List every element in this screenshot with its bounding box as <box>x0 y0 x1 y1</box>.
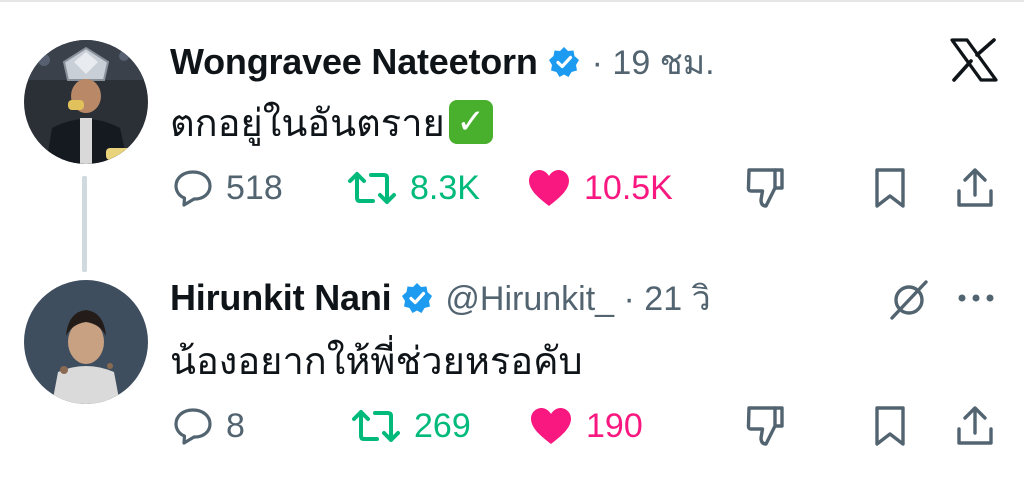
avatar[interactable] <box>24 280 148 404</box>
reply-button[interactable]: 8 <box>172 404 245 448</box>
reply-count: 518 <box>226 168 283 207</box>
tweet-text: น้องอยากให้พี่ช่วยหรอคับ <box>170 340 583 383</box>
like-count: 10.5K <box>584 168 673 207</box>
reply-icon <box>174 408 212 445</box>
repost-count: 269 <box>414 406 471 445</box>
tweet-text-row: ตกอยู่ในอันตราย ✓ <box>170 98 493 146</box>
share-button[interactable] <box>955 404 995 448</box>
repost-count: 8.3K <box>410 168 480 207</box>
timestamp[interactable]: · 19 ชม. <box>592 35 715 89</box>
tweet-text: ตกอยู่ในอันตราย <box>170 102 445 145</box>
verified-badge-icon <box>548 46 580 78</box>
avatar[interactable] <box>24 40 148 164</box>
x-logo-icon[interactable] <box>950 38 998 87</box>
repost-button[interactable]: 269 <box>350 404 471 448</box>
more-options-icon[interactable] <box>956 290 996 311</box>
grok-icon[interactable] <box>886 278 932 327</box>
reply-count: 8 <box>226 406 245 445</box>
verified-badge-icon <box>401 282 433 314</box>
bookmark-icon <box>875 168 905 208</box>
like-button[interactable]: 190 <box>528 404 643 448</box>
like-button[interactable]: 10.5K <box>526 166 673 210</box>
tweet-text-row: น้องอยากให้พี่ช่วยหรอคับ <box>170 336 583 384</box>
bookmark-button[interactable] <box>872 404 908 448</box>
repost-icon <box>348 172 396 204</box>
heart-icon <box>531 408 571 444</box>
dislike-button[interactable] <box>745 404 785 448</box>
reply-button[interactable]: 518 <box>172 166 283 210</box>
share-button[interactable] <box>955 166 995 210</box>
top-divider <box>0 0 1024 2</box>
repost-icon <box>352 410 400 442</box>
display-name[interactable]: Wongravee Nateetorn <box>170 41 538 83</box>
share-icon <box>957 406 993 445</box>
check-mark-emoji-icon: ✓ <box>448 100 493 144</box>
heart-icon <box>529 170 569 206</box>
repost-button[interactable]: 8.3K <box>346 166 480 210</box>
thumbs-down-icon <box>746 406 784 446</box>
share-icon <box>957 168 993 207</box>
dislike-button[interactable] <box>745 166 785 210</box>
display-name[interactable]: Hirunkit Nani <box>170 277 392 319</box>
like-count: 190 <box>586 406 643 445</box>
thread-connector-line <box>82 176 87 272</box>
thumbs-down-icon <box>746 168 784 208</box>
bookmark-icon <box>875 406 905 446</box>
bookmark-button[interactable] <box>872 166 908 210</box>
reply-icon <box>174 170 212 207</box>
handle-and-timestamp[interactable]: @Hirunkit_ · 21 วิ <box>445 271 710 325</box>
